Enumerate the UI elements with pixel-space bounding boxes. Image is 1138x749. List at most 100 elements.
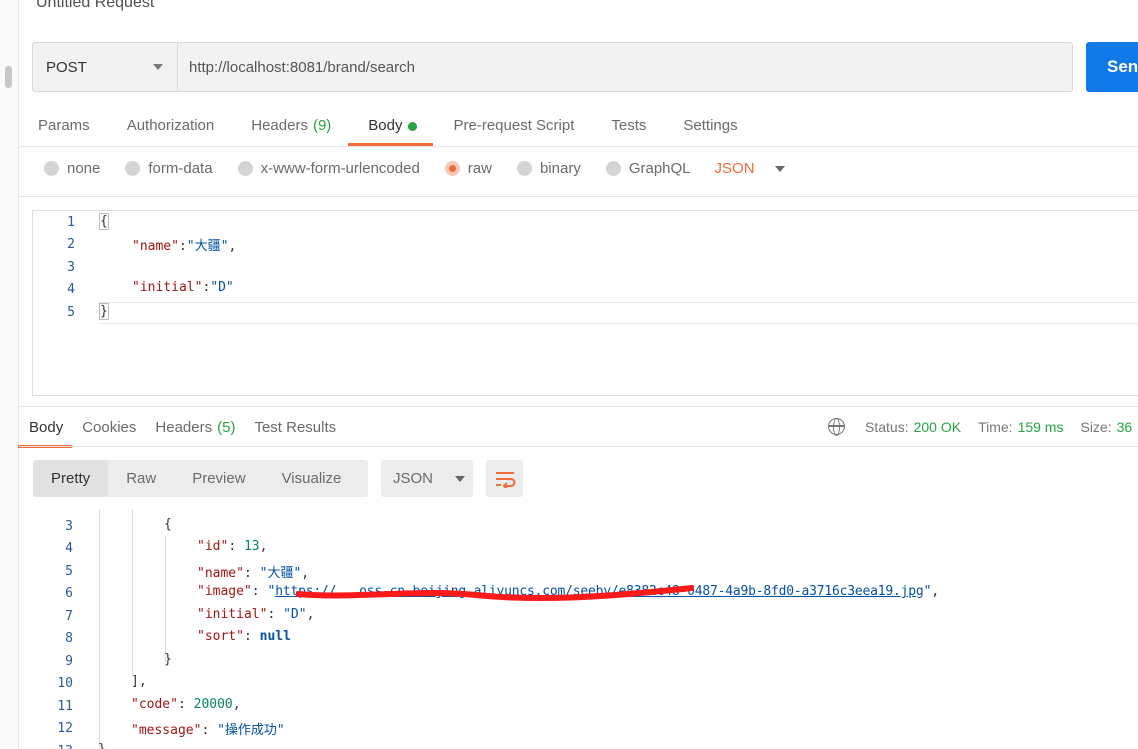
json-value: 20000 [193, 697, 233, 712]
json-value: null [259, 629, 291, 644]
response-tab-body[interactable]: Body [17, 418, 73, 448]
json-line-code: "code": 20000, [131, 697, 241, 712]
radio-label: x-www-form-urlencoded [260, 160, 420, 177]
close-brace: } [99, 303, 109, 320]
tab-label: Params [38, 117, 90, 134]
tab-tests[interactable]: Tests [611, 108, 646, 144]
size-label: Size: [1080, 418, 1112, 435]
tab-pre-request-script[interactable]: Pre-request Script [454, 108, 575, 144]
format-label: JSON [714, 160, 755, 177]
send-button[interactable]: Sen [1086, 42, 1138, 92]
code-line: 2 [33, 233, 75, 255]
code-line: 10 [19, 672, 73, 694]
code-line: 1 [33, 211, 75, 233]
tab-body[interactable]: Body [348, 108, 433, 146]
globe-icon[interactable] [828, 418, 845, 436]
code-line: 7 [19, 605, 73, 627]
line-number: 9 [65, 653, 73, 669]
code-line: 9 [19, 650, 73, 672]
tab-label: Pre-request Script [453, 117, 575, 134]
view-raw-button[interactable]: Raw [108, 460, 174, 497]
sidebar-scrollbar[interactable] [5, 66, 12, 88]
size-value[interactable]: 36 [1117, 419, 1133, 435]
request-title[interactable]: Untitled Request [36, 0, 154, 12]
radio-label: binary [539, 160, 581, 177]
json-key: "initial" [132, 280, 203, 295]
json-line-initial: "initial": "D", [197, 607, 315, 622]
headers-count-badge: (5) [217, 419, 236, 436]
response-tab-cookies[interactable]: Cookies [82, 418, 136, 446]
json-key: "sort" [197, 629, 244, 644]
indent-guide [165, 536, 166, 663]
response-status-bar: Status: 200 OK Time: 159 ms Size: 36 [828, 418, 1138, 436]
json-value: "大疆" [259, 566, 302, 581]
radio-binary[interactable]: binary [516, 160, 581, 177]
json-colon: : [178, 239, 187, 254]
response-body-viewer[interactable]: 3 4 5 6 7 8 9 10 11 12 13 { "id": 13, "n… [19, 509, 1138, 749]
json-value: "D" [210, 280, 234, 295]
response-format-select[interactable]: JSON [381, 460, 473, 497]
body-format-select[interactable]: JSON [715, 160, 785, 177]
radio-graphql[interactable]: GraphQL [605, 160, 691, 177]
tab-label: Test Results [254, 419, 337, 436]
line-number: 5 [65, 563, 73, 579]
tab-params[interactable]: Params [38, 108, 90, 144]
url-input[interactable]: http://localhost:8081/brand/search [178, 43, 1072, 91]
time-readout: Time: 159 ms [978, 419, 1063, 435]
response-tab-headers[interactable]: Headers (5) [155, 418, 235, 446]
chevron-down-icon [774, 165, 785, 172]
status-value[interactable]: 200 OK [914, 419, 961, 435]
tab-settings[interactable]: Settings [683, 108, 737, 144]
size-readout: Size: 36 [1080, 419, 1132, 435]
json-value: "大疆" [186, 239, 229, 254]
json-line-name: "name": "大疆", [197, 566, 310, 581]
tab-authorization[interactable]: Authorization [127, 108, 215, 144]
json-key: "message" [131, 723, 202, 738]
json-line: "initial":"D" [132, 280, 234, 295]
open-brace: { [99, 213, 109, 230]
chevron-down-icon [153, 64, 163, 70]
redaction-scribble [296, 585, 694, 602]
line-number: 12 [57, 720, 73, 736]
view-pretty-button[interactable]: Pretty [33, 460, 109, 497]
code-line: 13 [19, 740, 73, 749]
sidebar-edge [0, 0, 19, 749]
line-number: 6 [65, 585, 73, 601]
code-line: 3 [33, 256, 75, 278]
response-tab-test-results[interactable]: Test Results [254, 418, 336, 446]
code-line: 6 [19, 582, 73, 604]
json-open-brace: { [164, 517, 172, 532]
radio-raw[interactable]: raw [444, 160, 492, 177]
chevron-down-icon [455, 475, 466, 482]
line-number: 7 [65, 608, 73, 624]
method-select[interactable]: POST [33, 43, 178, 91]
radio-selected-icon [444, 161, 460, 176]
line-number: 10 [57, 675, 73, 691]
request-body-editor[interactable]: 1 2 3 4 5 { "name":"大疆", "initial":"D" } [32, 210, 1138, 396]
wrap-lines-button[interactable] [486, 460, 523, 497]
tab-headers[interactable]: Headers (9) [251, 108, 331, 144]
radio-none[interactable]: none [44, 160, 100, 177]
line-number: 11 [57, 698, 73, 714]
tab-label: Headers [155, 419, 213, 436]
indent-guide [99, 509, 100, 749]
line-number: 3 [67, 259, 75, 275]
divider [19, 146, 1138, 147]
json-close-bracket: ], [131, 674, 147, 689]
radio-circle-icon [125, 161, 141, 176]
time-label: Time: [978, 418, 1013, 435]
view-preview-button[interactable]: Preview [174, 460, 263, 497]
radio-circle-icon [516, 161, 532, 176]
radio-form-data[interactable]: form-data [125, 160, 213, 177]
time-value[interactable]: 159 ms [1018, 419, 1064, 435]
code-line: 8 [19, 627, 73, 649]
code-line: 5 [19, 560, 73, 582]
radio-x-www-form-urlencoded[interactable]: x-www-form-urlencoded [237, 160, 420, 177]
json-value: 13 [243, 539, 260, 554]
radio-label: GraphQL [628, 160, 691, 177]
tab-label: Headers [251, 117, 308, 134]
code-line: 5 [33, 301, 75, 323]
headers-count-badge: (9) [312, 117, 332, 134]
status-readout: Status: 200 OK [865, 419, 961, 435]
view-visualize-button[interactable]: Visualize [264, 460, 360, 497]
